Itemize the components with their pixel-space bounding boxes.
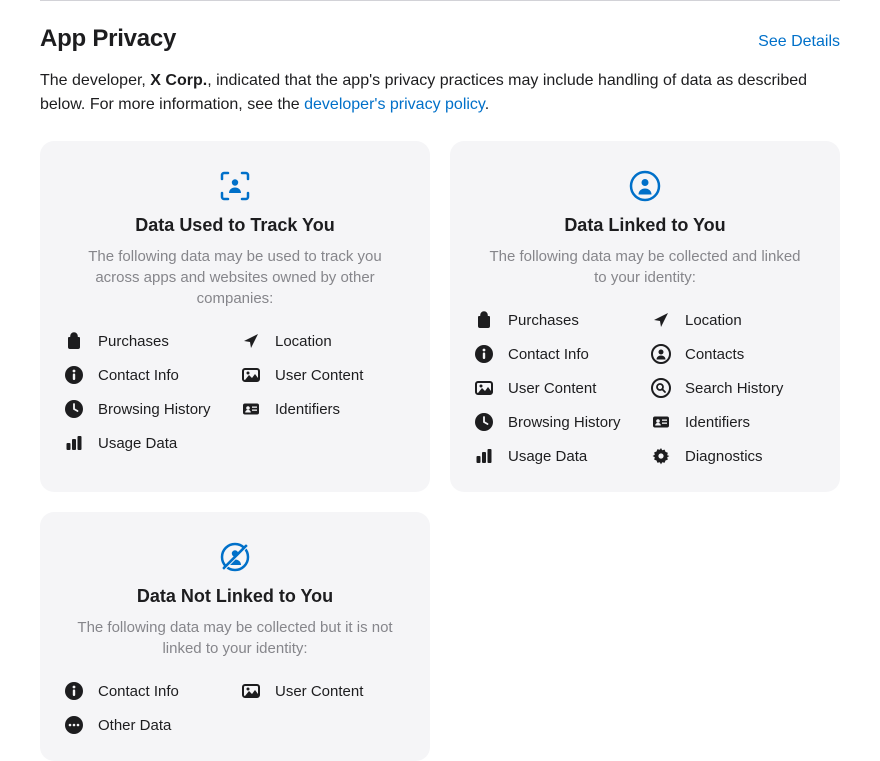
intro-text: The developer, X Corp., indicated that t… xyxy=(40,69,840,117)
data-type-label: Purchases xyxy=(508,312,579,329)
card-linked-to-you: Data Linked to You The following data ma… xyxy=(450,141,840,492)
data-type-item: Other Data xyxy=(64,715,229,735)
data-type-label: Identifiers xyxy=(685,414,750,431)
info-icon xyxy=(474,344,494,364)
identifiers-icon xyxy=(241,399,261,419)
data-type-label: Location xyxy=(275,333,332,350)
header-row: App Privacy See Details xyxy=(40,25,840,53)
data-type-item: Browsing History xyxy=(474,412,639,432)
card-not-linked: Data Not Linked to You The following dat… xyxy=(40,512,430,761)
data-type-label: Contact Info xyxy=(98,683,179,700)
user-content-icon xyxy=(474,378,494,398)
see-details-link[interactable]: See Details xyxy=(758,33,840,51)
data-type-item: Identifiers xyxy=(651,412,816,432)
data-type-label: Search History xyxy=(685,380,783,397)
data-type-item: Purchases xyxy=(64,331,229,351)
data-type-item: Contact Info xyxy=(64,681,229,701)
usage-data-icon xyxy=(474,446,494,466)
section-title: App Privacy xyxy=(40,25,176,53)
data-type-item: Usage Data xyxy=(474,446,639,466)
data-type-item: Usage Data xyxy=(64,433,229,453)
card-title: Data Used to Track You xyxy=(64,215,406,236)
identifiers-icon xyxy=(651,412,671,432)
data-type-label: Browsing History xyxy=(508,414,621,431)
track-you-icon xyxy=(64,169,406,203)
data-type-item: Purchases xyxy=(474,310,639,330)
browsing-history-icon xyxy=(64,399,84,419)
purchases-icon xyxy=(474,310,494,330)
data-type-item: Identifiers xyxy=(241,399,406,419)
intro-suffix: . xyxy=(485,96,489,113)
data-type-label: User Content xyxy=(275,683,363,700)
section-divider xyxy=(40,0,840,1)
contacts-icon xyxy=(651,344,671,364)
data-type-item: Location xyxy=(241,331,406,351)
data-type-label: Usage Data xyxy=(508,448,587,465)
data-type-label: Usage Data xyxy=(98,435,177,452)
card-desc: The following data may be used to track … xyxy=(64,246,406,309)
card-desc: The following data may be collected and … xyxy=(474,246,816,288)
card-title: Data Not Linked to You xyxy=(64,586,406,607)
data-type-item: Browsing History xyxy=(64,399,229,419)
data-type-item: Contacts xyxy=(651,344,816,364)
not-linked-icon xyxy=(64,540,406,574)
card-title: Data Linked to You xyxy=(474,215,816,236)
data-type-label: Diagnostics xyxy=(685,448,763,465)
data-type-item: Contact Info xyxy=(474,344,639,364)
diagnostics-icon xyxy=(651,446,671,466)
data-type-item: Location xyxy=(651,310,816,330)
data-type-item: Search History xyxy=(651,378,816,398)
purchases-icon xyxy=(64,331,84,351)
data-type-label: Contact Info xyxy=(508,346,589,363)
data-type-item: Diagnostics xyxy=(651,446,816,466)
data-type-label: Purchases xyxy=(98,333,169,350)
info-icon xyxy=(64,365,84,385)
data-type-label: User Content xyxy=(275,367,363,384)
developer-name: X Corp. xyxy=(150,72,207,89)
search-history-icon xyxy=(651,378,671,398)
browsing-history-icon xyxy=(474,412,494,432)
location-icon xyxy=(241,331,261,351)
not-linked-items: Contact Info User Content Other Data xyxy=(64,681,406,735)
data-type-item: User Content xyxy=(241,681,406,701)
data-type-label: Location xyxy=(685,312,742,329)
privacy-cards: Data Used to Track You The following dat… xyxy=(40,141,840,761)
user-content-icon xyxy=(241,365,261,385)
data-type-item: User Content xyxy=(474,378,639,398)
card-desc: The following data may be collected but … xyxy=(64,617,406,659)
user-content-icon xyxy=(241,681,261,701)
other-data-icon xyxy=(64,715,84,735)
usage-data-icon xyxy=(64,433,84,453)
data-type-label: User Content xyxy=(508,380,596,397)
info-icon xyxy=(64,681,84,701)
data-type-label: Browsing History xyxy=(98,401,211,418)
data-type-label: Contacts xyxy=(685,346,744,363)
card-track-you: Data Used to Track You The following dat… xyxy=(40,141,430,492)
data-type-item: User Content xyxy=(241,365,406,385)
data-type-label: Identifiers xyxy=(275,401,340,418)
privacy-policy-link[interactable]: developer's privacy policy xyxy=(304,96,485,113)
data-type-label: Contact Info xyxy=(98,367,179,384)
data-type-item: Contact Info xyxy=(64,365,229,385)
linked-items: Purchases Location Contact Info Contacts Use… xyxy=(474,310,816,466)
location-icon xyxy=(651,310,671,330)
intro-prefix: The developer, xyxy=(40,72,150,89)
track-items: Purchases Location Contact Info User Conten… xyxy=(64,331,406,453)
data-type-label: Other Data xyxy=(98,717,171,734)
linked-to-you-icon xyxy=(474,169,816,203)
